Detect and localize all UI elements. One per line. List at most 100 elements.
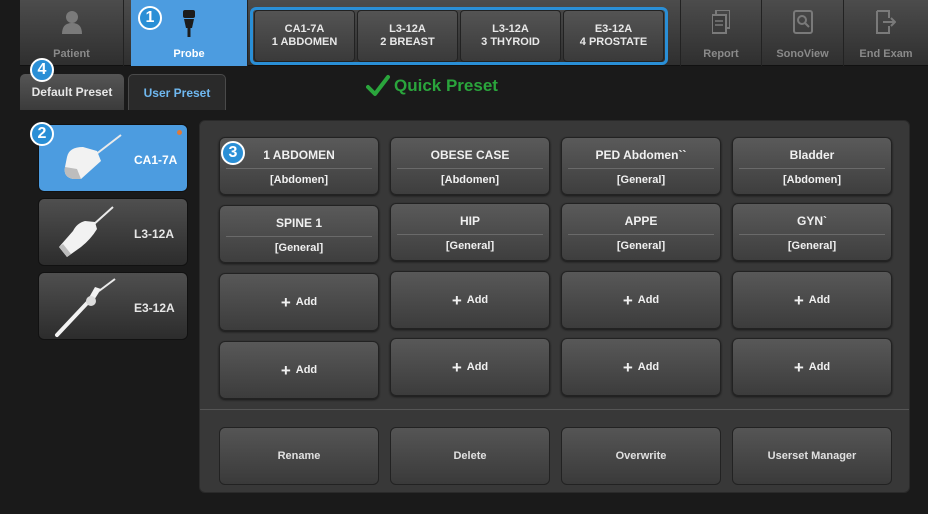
preset-button-bladder[interactable]: Bladder [Abdomen]	[732, 137, 892, 195]
linear-probe-icon	[59, 206, 114, 257]
plus-icon: +	[622, 290, 633, 310]
preset-category: [General]	[445, 240, 495, 252]
add-preset-button[interactable]: + Add	[561, 338, 721, 396]
probe-name: CA1-7A	[134, 153, 178, 167]
plus-icon: +	[793, 357, 804, 377]
plus-icon: +	[280, 292, 291, 312]
preset-category: [Abdomen]	[440, 174, 500, 186]
preset-category: [General]	[616, 174, 666, 186]
preset-category: [General]	[787, 240, 837, 252]
preset-name: OBESE CASE	[430, 148, 510, 162]
add-label: Add	[295, 296, 318, 308]
tab-default-preset-label: Default Preset	[31, 85, 113, 99]
report-label: Report	[703, 48, 739, 60]
overwrite-button[interactable]: Overwrite	[561, 427, 721, 485]
preset-divider	[568, 168, 714, 169]
preset-category: [Abdomen]	[782, 174, 842, 186]
callout-badge-4: 4	[30, 58, 54, 82]
preset-name: APPE	[624, 214, 658, 228]
plus-icon: +	[622, 357, 633, 377]
preset-button-ped-abdomen[interactable]: PED Abdomen`` [General]	[561, 137, 721, 195]
person-icon	[61, 10, 82, 37]
add-label: Add	[808, 361, 831, 373]
preset-divider	[568, 234, 714, 235]
preset-name: PED Abdomen``	[595, 148, 687, 162]
callout-badge-3: 3	[221, 141, 245, 165]
add-preset-button[interactable]: + Add	[390, 338, 550, 396]
tab-user-preset-label: User Preset	[143, 85, 211, 100]
preset-divider	[739, 234, 885, 235]
callout-badge-1: 1	[138, 6, 162, 30]
plus-icon: +	[280, 360, 291, 380]
probe-label: Probe	[173, 48, 205, 60]
preset-divider	[226, 236, 372, 237]
preset-category: [General]	[274, 242, 324, 254]
preset-name: GYN`	[797, 214, 827, 228]
add-label: Add	[295, 364, 318, 376]
probe-status-indicator	[177, 130, 182, 135]
preset-divider	[226, 168, 372, 169]
preset-category: [General]	[616, 240, 666, 252]
end-exam-button[interactable]: End Exam	[844, 0, 928, 66]
patient-button[interactable]: Patient	[20, 0, 124, 66]
add-label: Add	[466, 361, 489, 373]
add-preset-button[interactable]: + Add	[732, 271, 892, 329]
userset-manager-button[interactable]: Userset Manager	[732, 427, 892, 485]
userset-manager-label: Userset Manager	[767, 450, 857, 462]
ultrasound-preset-screen: Patient Probe CA1-7A 1 ABDOMEN L3-12A 2 …	[0, 0, 928, 514]
preset-name: HIP	[459, 214, 480, 228]
add-preset-button[interactable]: + Add	[561, 271, 721, 329]
probe-card-e3-12a[interactable]: E3-12A	[38, 272, 188, 340]
end-exam-icon	[876, 10, 897, 37]
overwrite-label: Overwrite	[615, 450, 667, 462]
tab-user-preset[interactable]: User Preset	[128, 74, 226, 110]
endocavity-probe-icon	[55, 278, 116, 337]
preset-button-spine-1[interactable]: SPINE 1 [General]	[219, 205, 379, 263]
preset-button-obese-case[interactable]: OBESE CASE [Abdomen]	[390, 137, 550, 195]
preset-name: SPINE 1	[275, 216, 323, 230]
quick-preset-caption-text: Quick Preset	[394, 76, 498, 95]
probe-icon	[181, 10, 197, 41]
preset-button-hip[interactable]: HIP [General]	[390, 203, 550, 261]
probe-card-ca1-7a[interactable]: CA1-7A	[38, 124, 188, 192]
add-label: Add	[637, 294, 660, 306]
sonoview-label: SonoView	[776, 48, 829, 60]
convex-probe-icon	[64, 134, 122, 179]
report-icon	[711, 9, 731, 37]
user-preset-panel: 1 ABDOMEN [Abdomen] OBESE CASE [Abdomen]…	[199, 120, 910, 493]
rename-button[interactable]: Rename	[219, 427, 379, 485]
probe-name: L3-12A	[134, 227, 175, 241]
add-preset-button[interactable]: + Add	[219, 341, 379, 399]
report-button[interactable]: Report	[680, 0, 762, 66]
probe-name: E3-12A	[134, 301, 175, 315]
probe-card-l3-12a[interactable]: L3-12A	[38, 198, 188, 266]
plus-icon: +	[793, 290, 804, 310]
plus-icon: +	[451, 357, 462, 377]
patient-label: Patient	[53, 48, 90, 60]
quick-preset-highlight-frame	[250, 7, 668, 65]
rename-label: Rename	[277, 450, 321, 462]
preset-divider	[739, 168, 885, 169]
sonoview-button[interactable]: SonoView	[762, 0, 844, 66]
panel-divider	[200, 409, 909, 410]
add-preset-button[interactable]: + Add	[219, 273, 379, 331]
preset-button-gyn[interactable]: GYN` [General]	[732, 203, 892, 261]
callout-badge-2: 2	[30, 122, 54, 146]
add-label: Add	[466, 294, 489, 306]
sonoview-icon	[792, 10, 813, 37]
preset-divider	[397, 234, 543, 235]
end-exam-label: End Exam	[859, 48, 913, 60]
preset-name: Bladder	[789, 148, 835, 162]
quick-preset-caption: Quick Preset	[366, 74, 498, 98]
plus-icon: +	[451, 290, 462, 310]
add-preset-button[interactable]: + Add	[732, 338, 892, 396]
add-label: Add	[637, 361, 660, 373]
preset-divider	[397, 168, 543, 169]
delete-label: Delete	[453, 450, 487, 462]
add-preset-button[interactable]: + Add	[390, 271, 550, 329]
checkmark-icon	[366, 75, 390, 96]
add-label: Add	[808, 294, 831, 306]
preset-button-appe[interactable]: APPE [General]	[561, 203, 721, 261]
preset-category: [Abdomen]	[269, 174, 329, 186]
delete-button[interactable]: Delete	[390, 427, 550, 485]
